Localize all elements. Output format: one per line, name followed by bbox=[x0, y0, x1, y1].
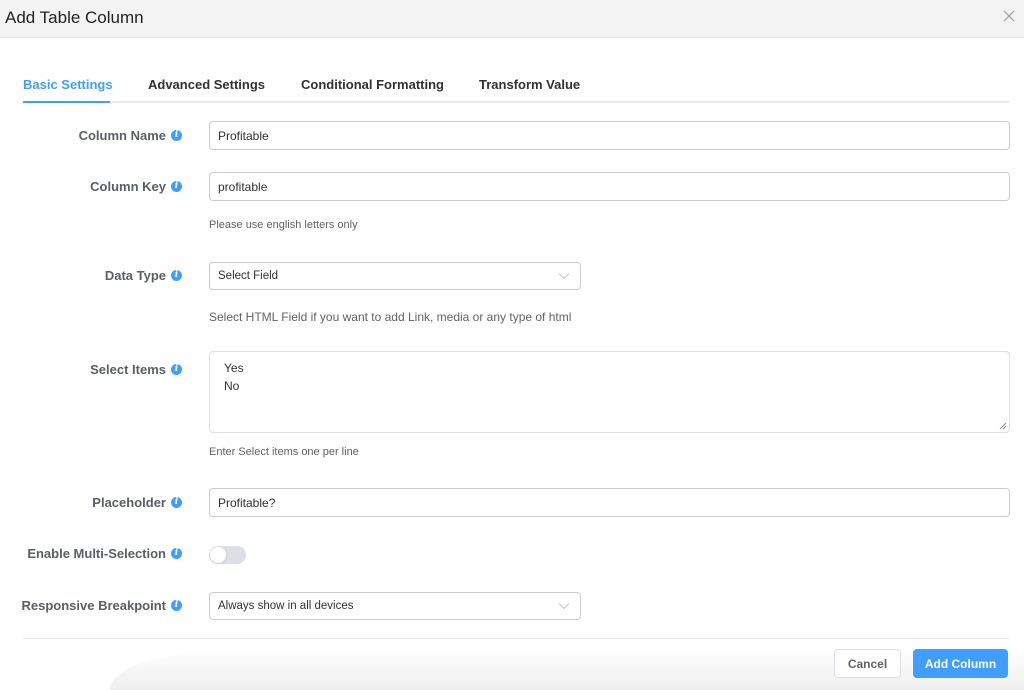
data-type-label: Data Type i bbox=[105, 268, 182, 283]
modal-title: Add Table Column bbox=[5, 8, 144, 27]
column-key-label: Column Key i bbox=[90, 179, 182, 194]
data-type-help: Select HTML Field if you want to add Lin… bbox=[209, 310, 572, 324]
tab-advanced-settings[interactable]: Advanced Settings bbox=[148, 77, 265, 92]
active-tab-indicator bbox=[23, 101, 110, 103]
responsive-breakpoint-selected: Always show in all devices bbox=[218, 600, 354, 612]
column-key-help: Please use english letters only bbox=[209, 219, 358, 231]
column-key-label-text: Column Key bbox=[90, 179, 166, 194]
tab-conditional-formatting[interactable]: Conditional Formatting bbox=[301, 77, 444, 92]
column-name-input[interactable]: Profitable bbox=[209, 121, 1010, 150]
tab-transform-value[interactable]: Transform Value bbox=[479, 77, 580, 92]
cancel-button[interactable]: Cancel bbox=[834, 649, 901, 678]
toggle-knob bbox=[210, 547, 226, 563]
chevron-down-icon bbox=[558, 273, 570, 280]
multi-selection-label-text: Enable Multi-Selection bbox=[27, 546, 166, 561]
responsive-breakpoint-label: Responsive Breakpoint i bbox=[21, 598, 182, 613]
data-type-selected: Select Field bbox=[218, 270, 279, 282]
tab-bar: Basic Settings Advanced Settings Conditi… bbox=[23, 70, 1009, 103]
resize-grip-icon[interactable] bbox=[999, 422, 1007, 430]
select-item-line: Yes bbox=[224, 361, 244, 375]
select-items-label: Select Items i bbox=[90, 362, 182, 377]
placeholder-value: Profitable? bbox=[218, 495, 276, 510]
responsive-breakpoint-label-text: Responsive Breakpoint bbox=[21, 598, 167, 613]
info-icon[interactable]: i bbox=[171, 130, 182, 141]
multi-selection-label: Enable Multi-Selection i bbox=[27, 546, 182, 561]
multi-selection-toggle[interactable] bbox=[209, 546, 246, 564]
chevron-down-icon bbox=[558, 603, 570, 610]
add-column-button[interactable]: Add Column bbox=[913, 649, 1008, 678]
select-items-label-text: Select Items bbox=[90, 362, 166, 377]
column-key-value: profitable bbox=[218, 179, 268, 194]
select-item-line: No bbox=[224, 379, 240, 393]
info-icon[interactable]: i bbox=[171, 548, 182, 559]
responsive-breakpoint-select[interactable]: Always show in all devices bbox=[209, 592, 581, 620]
close-button[interactable] bbox=[1002, 9, 1016, 23]
column-name-label: Column Name i bbox=[79, 128, 182, 143]
select-items-help: Enter Select items one per line bbox=[209, 446, 359, 458]
select-items-textarea[interactable]: Yes No bbox=[209, 351, 1010, 433]
data-type-label-text: Data Type bbox=[104, 268, 166, 283]
info-icon[interactable]: i bbox=[171, 181, 182, 192]
tab-basic-settings[interactable]: Basic Settings bbox=[23, 77, 113, 92]
modal-header: Add Table Column bbox=[0, 0, 1024, 38]
placeholder-label-text: Placeholder bbox=[92, 495, 166, 510]
close-icon bbox=[1003, 10, 1015, 22]
info-icon[interactable]: i bbox=[171, 364, 182, 375]
data-type-select[interactable]: Select Field bbox=[209, 262, 581, 290]
column-name-value: Profitable bbox=[218, 128, 269, 143]
placeholder-input[interactable]: Profitable? bbox=[209, 488, 1010, 517]
column-key-input[interactable]: profitable bbox=[209, 172, 1010, 201]
info-icon[interactable]: i bbox=[171, 497, 182, 508]
info-icon[interactable]: i bbox=[171, 270, 182, 281]
placeholder-label: Placeholder i bbox=[92, 495, 182, 510]
column-name-label-text: Column Name bbox=[78, 128, 166, 143]
info-icon[interactable]: i bbox=[171, 600, 182, 611]
footer-divider bbox=[23, 638, 1009, 639]
